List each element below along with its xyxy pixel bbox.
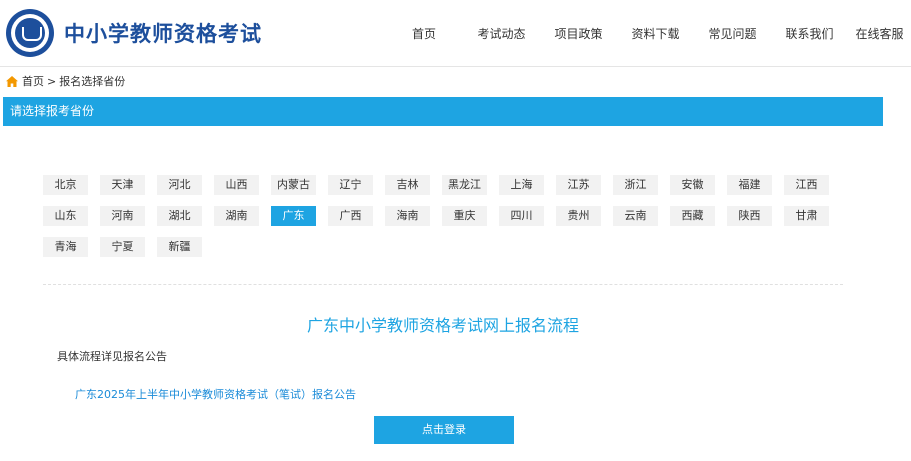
- breadcrumb: 首页 > 报名选择省份: [6, 73, 125, 89]
- logo-core: [15, 18, 45, 48]
- province-jilin[interactable]: 吉林: [385, 175, 430, 195]
- site-header: 中小学教师资格考试 首页 考试动态 项目政策 资料下载 常见问题 联系我们 在线…: [0, 0, 911, 67]
- province-tianjin[interactable]: 天津: [100, 175, 145, 195]
- province-neimenggu[interactable]: 内蒙古: [271, 175, 316, 195]
- province-shanghai[interactable]: 上海: [499, 175, 544, 195]
- province-hunan[interactable]: 湖南: [214, 206, 259, 226]
- province-guizhou[interactable]: 贵州: [556, 206, 601, 226]
- province-ningxia[interactable]: 宁夏: [100, 237, 145, 257]
- province-xinjiang[interactable]: 新疆: [157, 237, 202, 257]
- province-gansu[interactable]: 甘肃: [784, 206, 829, 226]
- province-xizang[interactable]: 西藏: [670, 206, 715, 226]
- nav-item-contact[interactable]: 联系我们: [771, 0, 848, 66]
- province-liaoning[interactable]: 辽宁: [328, 175, 373, 195]
- province-shaanxi[interactable]: 陕西: [727, 206, 772, 226]
- province-fujian[interactable]: 福建: [727, 175, 772, 195]
- province-sichuan[interactable]: 四川: [499, 206, 544, 226]
- breadcrumb-home-link[interactable]: 首页: [22, 73, 44, 89]
- nav-item-policy[interactable]: 项目政策: [540, 0, 617, 66]
- province-guangxi[interactable]: 广西: [328, 206, 373, 226]
- province-qinghai[interactable]: 青海: [43, 237, 88, 257]
- province-heilongjiang[interactable]: 黑龙江: [442, 175, 487, 195]
- process-note: 具体流程详见报名公告: [57, 350, 167, 363]
- registration-notice-link[interactable]: 广东2025年上半年中小学教师资格考试（笔试）报名公告: [75, 386, 356, 402]
- province-chongqing[interactable]: 重庆: [442, 206, 487, 226]
- book-icon: [22, 27, 42, 41]
- nav-item-downloads[interactable]: 资料下载: [617, 0, 694, 66]
- main-nav: 首页 考试动态 项目政策 资料下载 常见问题 联系我们 在线客服: [385, 0, 911, 66]
- nav-item-online-service[interactable]: 在线客服: [848, 0, 911, 66]
- province-yunnan[interactable]: 云南: [613, 206, 658, 226]
- province-shanxi[interactable]: 山西: [214, 175, 259, 195]
- section-header: 请选择报考省份: [3, 97, 883, 126]
- nav-item-home[interactable]: 首页: [385, 0, 463, 66]
- nav-item-faq[interactable]: 常见问题: [694, 0, 771, 66]
- province-beijing[interactable]: 北京: [43, 175, 88, 195]
- province-shandong[interactable]: 山东: [43, 206, 88, 226]
- province-henan[interactable]: 河南: [100, 206, 145, 226]
- site-logo-icon[interactable]: [6, 9, 54, 57]
- province-jiangsu[interactable]: 江苏: [556, 175, 601, 195]
- province-zhejiang[interactable]: 浙江: [613, 175, 658, 195]
- province-guangdong[interactable]: 广东: [271, 206, 316, 226]
- home-icon: [6, 75, 18, 87]
- province-hainan[interactable]: 海南: [385, 206, 430, 226]
- province-jiangxi[interactable]: 江西: [784, 175, 829, 195]
- province-hubei[interactable]: 湖北: [157, 206, 202, 226]
- breadcrumb-current: 报名选择省份: [59, 75, 126, 88]
- process-title: 广东中小学教师资格考试网上报名流程: [306, 316, 579, 335]
- content-divider: [43, 284, 843, 285]
- province-hebei[interactable]: 河北: [157, 175, 202, 195]
- logo-ring: [11, 14, 49, 52]
- login-button[interactable]: 点击登录: [374, 416, 514, 444]
- site-title[interactable]: 中小学教师资格考试: [64, 18, 262, 48]
- breadcrumb-separator: >: [47, 74, 57, 88]
- province-anhui[interactable]: 安徽: [670, 175, 715, 195]
- nav-item-exam-news[interactable]: 考试动态: [463, 0, 540, 66]
